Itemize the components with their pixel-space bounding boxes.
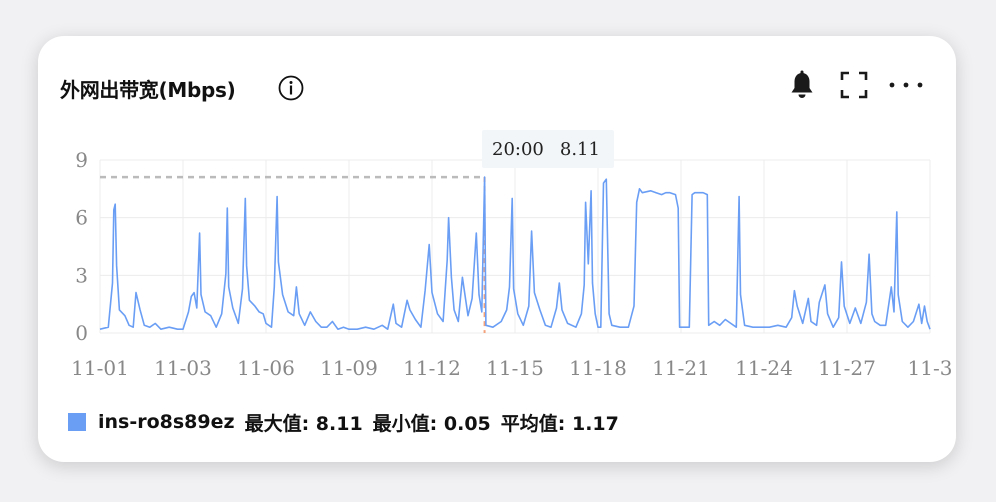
x-tick-label: 11-03 <box>154 356 212 380</box>
x-tick-label: 11-01 <box>71 356 129 380</box>
chart-legend: ins-ro8s89ez 最大值: 8.11 最小值: 0.05 平均值: 1.… <box>68 404 629 440</box>
chart-tooltip: 20:00 8.11 <box>482 130 614 168</box>
x-tick-label: 11-15 <box>486 356 544 380</box>
y-tick-label: 9 <box>75 148 88 172</box>
legend-series-name[interactable]: ins-ro8s89ez <box>98 411 235 433</box>
chart-plot: 0 3 6 9 11-01 11-03 11-06 11-09 11-12 11-15 11-18 1… <box>71 148 953 380</box>
x-tick-label: 11-21 <box>652 356 710 380</box>
tooltip-time: 20:00 <box>492 138 544 160</box>
x-tick-label: 11-18 <box>569 356 627 380</box>
tooltip-value: 8.11 <box>559 138 600 160</box>
legend-swatch[interactable] <box>68 413 86 431</box>
x-tick-label: 11-24 <box>735 356 793 380</box>
legend-max: 最大值: 8.11 <box>244 412 363 435</box>
y-tick-label: 3 <box>75 263 88 287</box>
x-tick-label: 11-06 <box>237 356 295 380</box>
y-tick-label: 6 <box>75 206 88 230</box>
bandwidth-card: 外网出带宽(Mbps) 0 3 6 9 11-01 11-03 11-06 11-09 11-1… <box>38 36 956 462</box>
x-tick-label: 11-3 <box>908 356 953 380</box>
x-tick-label: 11-09 <box>320 356 378 380</box>
y-tick-label: 0 <box>75 321 88 345</box>
x-tick-label: 11-12 <box>403 356 461 380</box>
x-tick-label: 11-27 <box>818 356 876 380</box>
legend-min: 最小值: 0.05 <box>372 412 491 435</box>
legend-avg: 平均值: 1.17 <box>500 412 619 435</box>
